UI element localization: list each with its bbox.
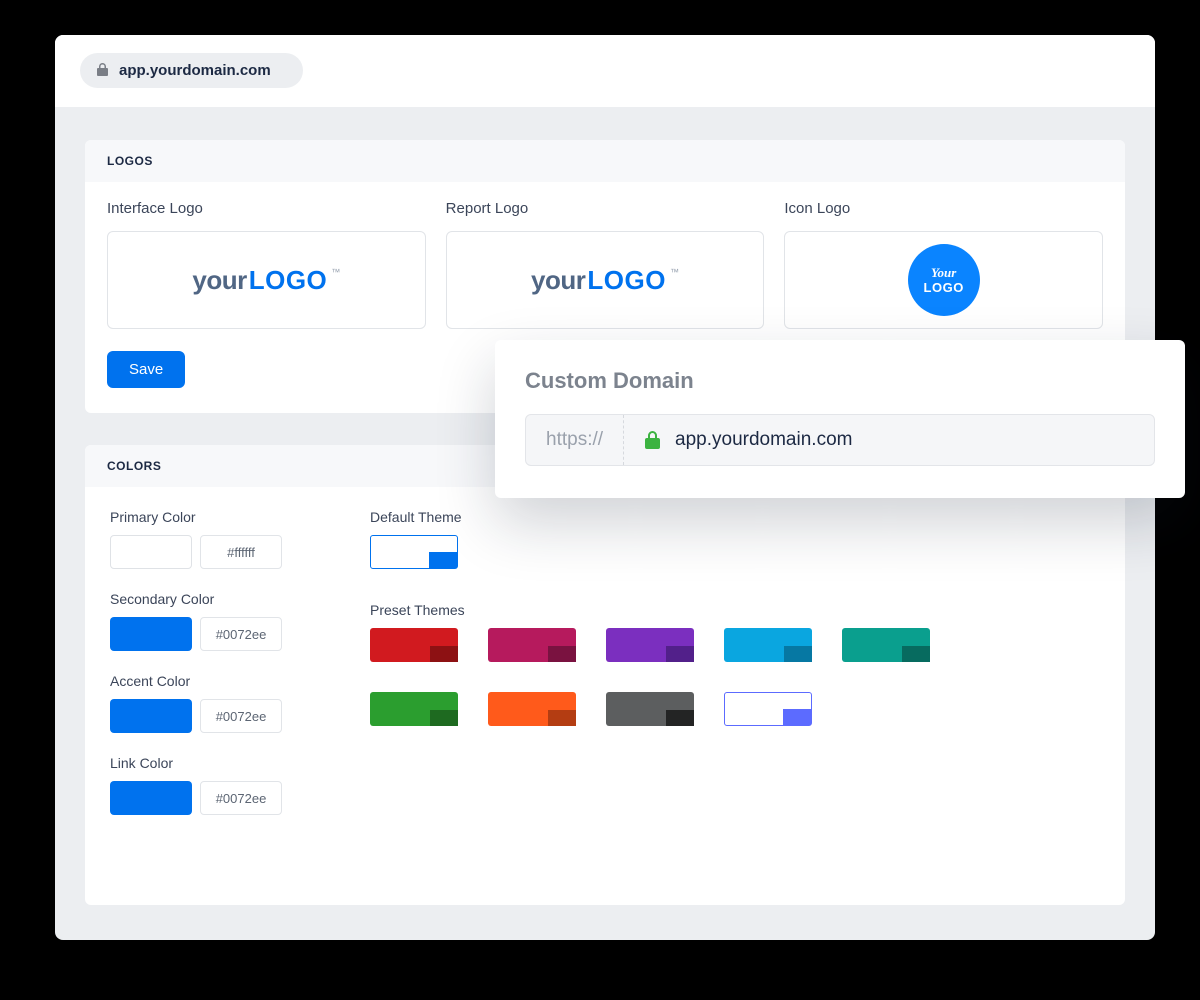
theme-area: Default Theme Preset Themes	[370, 509, 1100, 837]
default-theme-label: Default Theme	[370, 509, 1100, 525]
browser-address-bar: app.yourdomain.com	[55, 35, 1155, 107]
primary-color-hex[interactable]: #ffffff	[200, 535, 282, 569]
icon-logo-dropzone[interactable]: Your LOGO	[784, 231, 1103, 329]
link-color-label: Link Color	[110, 755, 310, 771]
preset-themes-label: Preset Themes	[370, 602, 1100, 618]
preset-theme-6[interactable]	[488, 692, 576, 726]
colors-panel: COLORS Primary Color #ffffff Secondary C…	[85, 445, 1125, 905]
preset-theme-3[interactable]	[724, 628, 812, 662]
primary-color-label: Primary Color	[110, 509, 310, 525]
interface-logo-dropzone[interactable]: yourLOGO™	[107, 231, 426, 329]
secondary-color-label: Secondary Color	[110, 591, 310, 607]
lock-icon	[96, 62, 109, 79]
preset-themes-grid	[370, 628, 930, 726]
preset-theme-8[interactable]	[724, 692, 812, 726]
preset-theme-5[interactable]	[370, 692, 458, 726]
preset-theme-1[interactable]	[488, 628, 576, 662]
wordmark-logo: yourLOGO™	[192, 265, 340, 296]
custom-domain-input[interactable]: https:// app.yourdomain.com	[525, 414, 1155, 466]
address-url: app.yourdomain.com	[119, 62, 271, 79]
wordmark-logo: yourLOGO™	[531, 265, 679, 296]
preset-theme-4[interactable]	[842, 628, 930, 662]
icon-logo-label: Icon Logo	[784, 200, 1103, 217]
custom-domain-card: Custom Domain https:// app.yourdomain.co…	[495, 340, 1185, 498]
primary-color-swatch[interactable]	[110, 535, 192, 569]
icon-logo-column: Icon Logo Your LOGO	[784, 200, 1103, 329]
default-theme-chip[interactable]	[370, 535, 458, 569]
preset-theme-7[interactable]	[606, 692, 694, 726]
accent-color-hex[interactable]: #0072ee	[200, 699, 282, 733]
accent-color-swatch[interactable]	[110, 699, 192, 733]
report-logo-column: Report Logo yourLOGO™	[446, 200, 765, 329]
custom-domain-title: Custom Domain	[525, 368, 1155, 394]
custom-domain-value: app.yourdomain.com	[675, 429, 852, 451]
logos-panel-title: LOGOS	[85, 140, 1125, 182]
save-button[interactable]: Save	[107, 351, 185, 388]
interface-logo-label: Interface Logo	[107, 200, 426, 217]
preset-theme-0[interactable]	[370, 628, 458, 662]
interface-logo-column: Interface Logo yourLOGO™	[107, 200, 426, 329]
color-fields: Primary Color #ffffff Secondary Color #0…	[110, 509, 310, 837]
report-logo-dropzone[interactable]: yourLOGO™	[446, 231, 765, 329]
protocol-prefix: https://	[526, 415, 624, 465]
lock-icon	[644, 430, 661, 450]
preset-theme-2[interactable]	[606, 628, 694, 662]
report-logo-label: Report Logo	[446, 200, 765, 217]
link-color-hex[interactable]: #0072ee	[200, 781, 282, 815]
accent-color-label: Accent Color	[110, 673, 310, 689]
link-color-swatch[interactable]	[110, 781, 192, 815]
address-bubble[interactable]: app.yourdomain.com	[80, 53, 303, 88]
secondary-color-hex[interactable]: #0072ee	[200, 617, 282, 651]
circle-logo-mark: Your LOGO	[908, 244, 980, 316]
secondary-color-swatch[interactable]	[110, 617, 192, 651]
